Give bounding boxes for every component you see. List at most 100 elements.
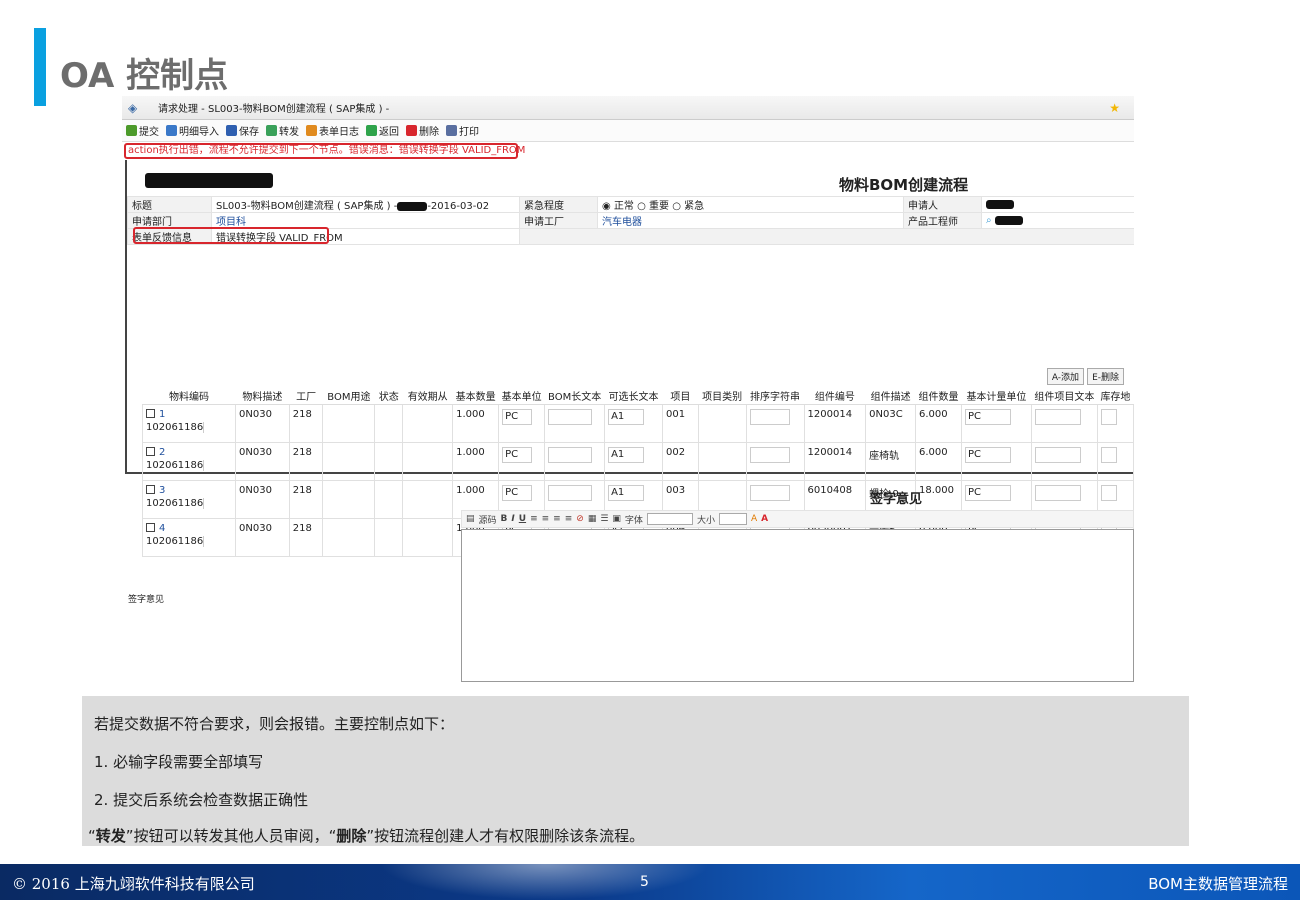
component-unit[interactable]: PC	[965, 484, 1012, 501]
grid-header: 可选长文本	[604, 388, 663, 405]
bom-long-text[interactable]	[548, 446, 593, 463]
row-checkbox[interactable]	[146, 447, 155, 456]
row-checkbox[interactable]	[146, 485, 155, 494]
justify-icon[interactable]: ≡	[565, 514, 573, 524]
grid-header: 物料描述	[235, 388, 290, 405]
notes-item-3: “转发”按钮可以转发其他人员审阅，“删除”按钮流程创建人才有权限删除该条流程。	[88, 827, 645, 845]
sort-string[interactable]	[749, 446, 790, 463]
plant-field[interactable]: 218	[293, 523, 312, 534]
align-right-icon[interactable]: ≡	[553, 514, 561, 524]
urgency-radios[interactable]: ◉ 正常 ○ 重要 ○ 紧急	[597, 196, 904, 213]
image-icon[interactable]: ▣	[612, 514, 621, 524]
highlight-color-icon[interactable]: A	[761, 514, 768, 524]
align-center-icon[interactable]: ≡	[542, 514, 550, 524]
base-unit[interactable]: PC	[502, 484, 533, 501]
material-desc[interactable]: 0N030	[239, 485, 272, 496]
material-desc[interactable]: 0N030	[239, 523, 272, 534]
grid-actions: A-添加 E-删除	[1046, 368, 1124, 385]
add-row-button[interactable]: A-添加	[1046, 368, 1085, 385]
grid-header: 组件数量	[915, 388, 962, 405]
no-icon[interactable]: ⊘	[576, 514, 584, 524]
item-no[interactable]: 001	[666, 409, 685, 420]
base-qty[interactable]: 1.000	[456, 447, 485, 458]
storage-location[interactable]	[1100, 408, 1117, 425]
action-toolbar: 提交 明细导入 保存 转发 表单日志 返回 删除 打印	[122, 120, 1134, 142]
delete-button[interactable]: 删除	[406, 123, 439, 138]
search-icon[interactable]: ⌕	[986, 215, 992, 226]
base-unit[interactable]: PC	[502, 446, 533, 463]
component-item-text[interactable]	[1034, 484, 1081, 501]
align-left-icon[interactable]: ≡	[530, 514, 538, 524]
alt-text[interactable]: A1	[608, 484, 645, 501]
material-desc[interactable]: 0N030	[239, 447, 272, 458]
grid-header: 组件编号	[804, 388, 866, 405]
bold-button[interactable]: B	[501, 514, 508, 524]
storage-location[interactable]	[1100, 446, 1117, 463]
component-no[interactable]: 1200014	[808, 447, 853, 458]
import-button[interactable]: 明细导入	[166, 123, 219, 138]
component-qty[interactable]: 6.000	[919, 447, 948, 458]
component-desc[interactable]: 0N03C	[869, 409, 903, 420]
material-desc[interactable]: 0N030	[239, 409, 272, 420]
component-unit[interactable]: PC	[965, 446, 1012, 463]
source-button[interactable]: 源码	[479, 513, 497, 526]
component-no[interactable]: 6010408	[808, 485, 853, 496]
base-qty[interactable]: 1.000	[456, 485, 485, 496]
alt-text[interactable]: A1	[608, 446, 645, 463]
font-color-icon[interactable]: A	[751, 514, 757, 524]
grid-header: 状态	[374, 388, 403, 405]
grid-header: 工厂	[289, 388, 323, 405]
component-item-text[interactable]	[1034, 446, 1081, 463]
material-code[interactable]: 102061186	[146, 497, 204, 509]
forward-button[interactable]: 转发	[266, 123, 299, 138]
plant-value[interactable]: 汽车电器	[597, 212, 904, 229]
size-select[interactable]	[718, 513, 747, 525]
request-form: 物料BOM创建流程 标题 SL003-物料BOM创建流程 ( SAP集成 ) -…	[125, 160, 1134, 557]
alt-text[interactable]: A1	[608, 408, 645, 425]
sign-editor[interactable]	[461, 529, 1134, 682]
row-checkbox[interactable]	[146, 523, 155, 532]
engineer-value[interactable]: ⌕	[981, 212, 1134, 229]
submit-button[interactable]: 提交	[126, 123, 159, 138]
plant-field[interactable]: 218	[293, 409, 312, 420]
back-button[interactable]: 返回	[366, 123, 399, 138]
log-button[interactable]: 表单日志	[306, 123, 359, 138]
font-select[interactable]	[646, 513, 693, 525]
plant-field[interactable]: 218	[293, 485, 312, 496]
material-code[interactable]: 102061186	[146, 535, 204, 547]
italic-button[interactable]: I	[511, 514, 514, 524]
urgency-label: 紧急程度	[519, 196, 598, 213]
component-item-text[interactable]	[1034, 408, 1081, 425]
plant-field[interactable]: 218	[293, 447, 312, 458]
item-no[interactable]: 002	[666, 447, 685, 458]
row-checkbox[interactable]	[146, 409, 155, 418]
title-value[interactable]: SL003-物料BOM创建流程 ( SAP集成 ) - -2016-03-02	[211, 196, 520, 213]
component-no[interactable]: 1200014	[808, 409, 853, 420]
sort-string[interactable]	[749, 408, 790, 425]
component-desc[interactable]: 座椅轨	[869, 451, 899, 462]
save-button[interactable]: 保存	[226, 123, 259, 138]
delete-icon	[406, 125, 417, 136]
list-icon[interactable]: ☰	[600, 514, 608, 524]
bom-long-text[interactable]	[548, 408, 593, 425]
print-button[interactable]: 打印	[446, 123, 479, 138]
base-qty[interactable]: 1.000	[456, 409, 485, 420]
base-unit[interactable]: PC	[502, 408, 533, 425]
storage-location[interactable]	[1100, 484, 1117, 501]
title-label: 标题	[127, 196, 212, 213]
table-icon[interactable]: ▦	[588, 514, 597, 524]
bom-long-text[interactable]	[548, 484, 593, 501]
sort-string[interactable]	[749, 484, 790, 501]
section-name: BOM主数据管理流程	[1148, 875, 1288, 893]
delete-row-button[interactable]: E-删除	[1087, 368, 1124, 385]
source-icon[interactable]: ▤	[466, 514, 475, 524]
component-qty[interactable]: 6.000	[919, 409, 948, 420]
material-code[interactable]: 102061186	[146, 421, 204, 433]
favorite-star-icon[interactable]: ★	[1109, 101, 1120, 115]
component-unit[interactable]: PC	[965, 408, 1012, 425]
material-code[interactable]: 102061186	[146, 459, 204, 471]
plant-label: 申请工厂	[519, 212, 598, 229]
component-qty[interactable]: 18.000	[919, 485, 954, 496]
underline-button[interactable]: U	[519, 514, 526, 524]
item-no[interactable]: 003	[666, 485, 685, 496]
